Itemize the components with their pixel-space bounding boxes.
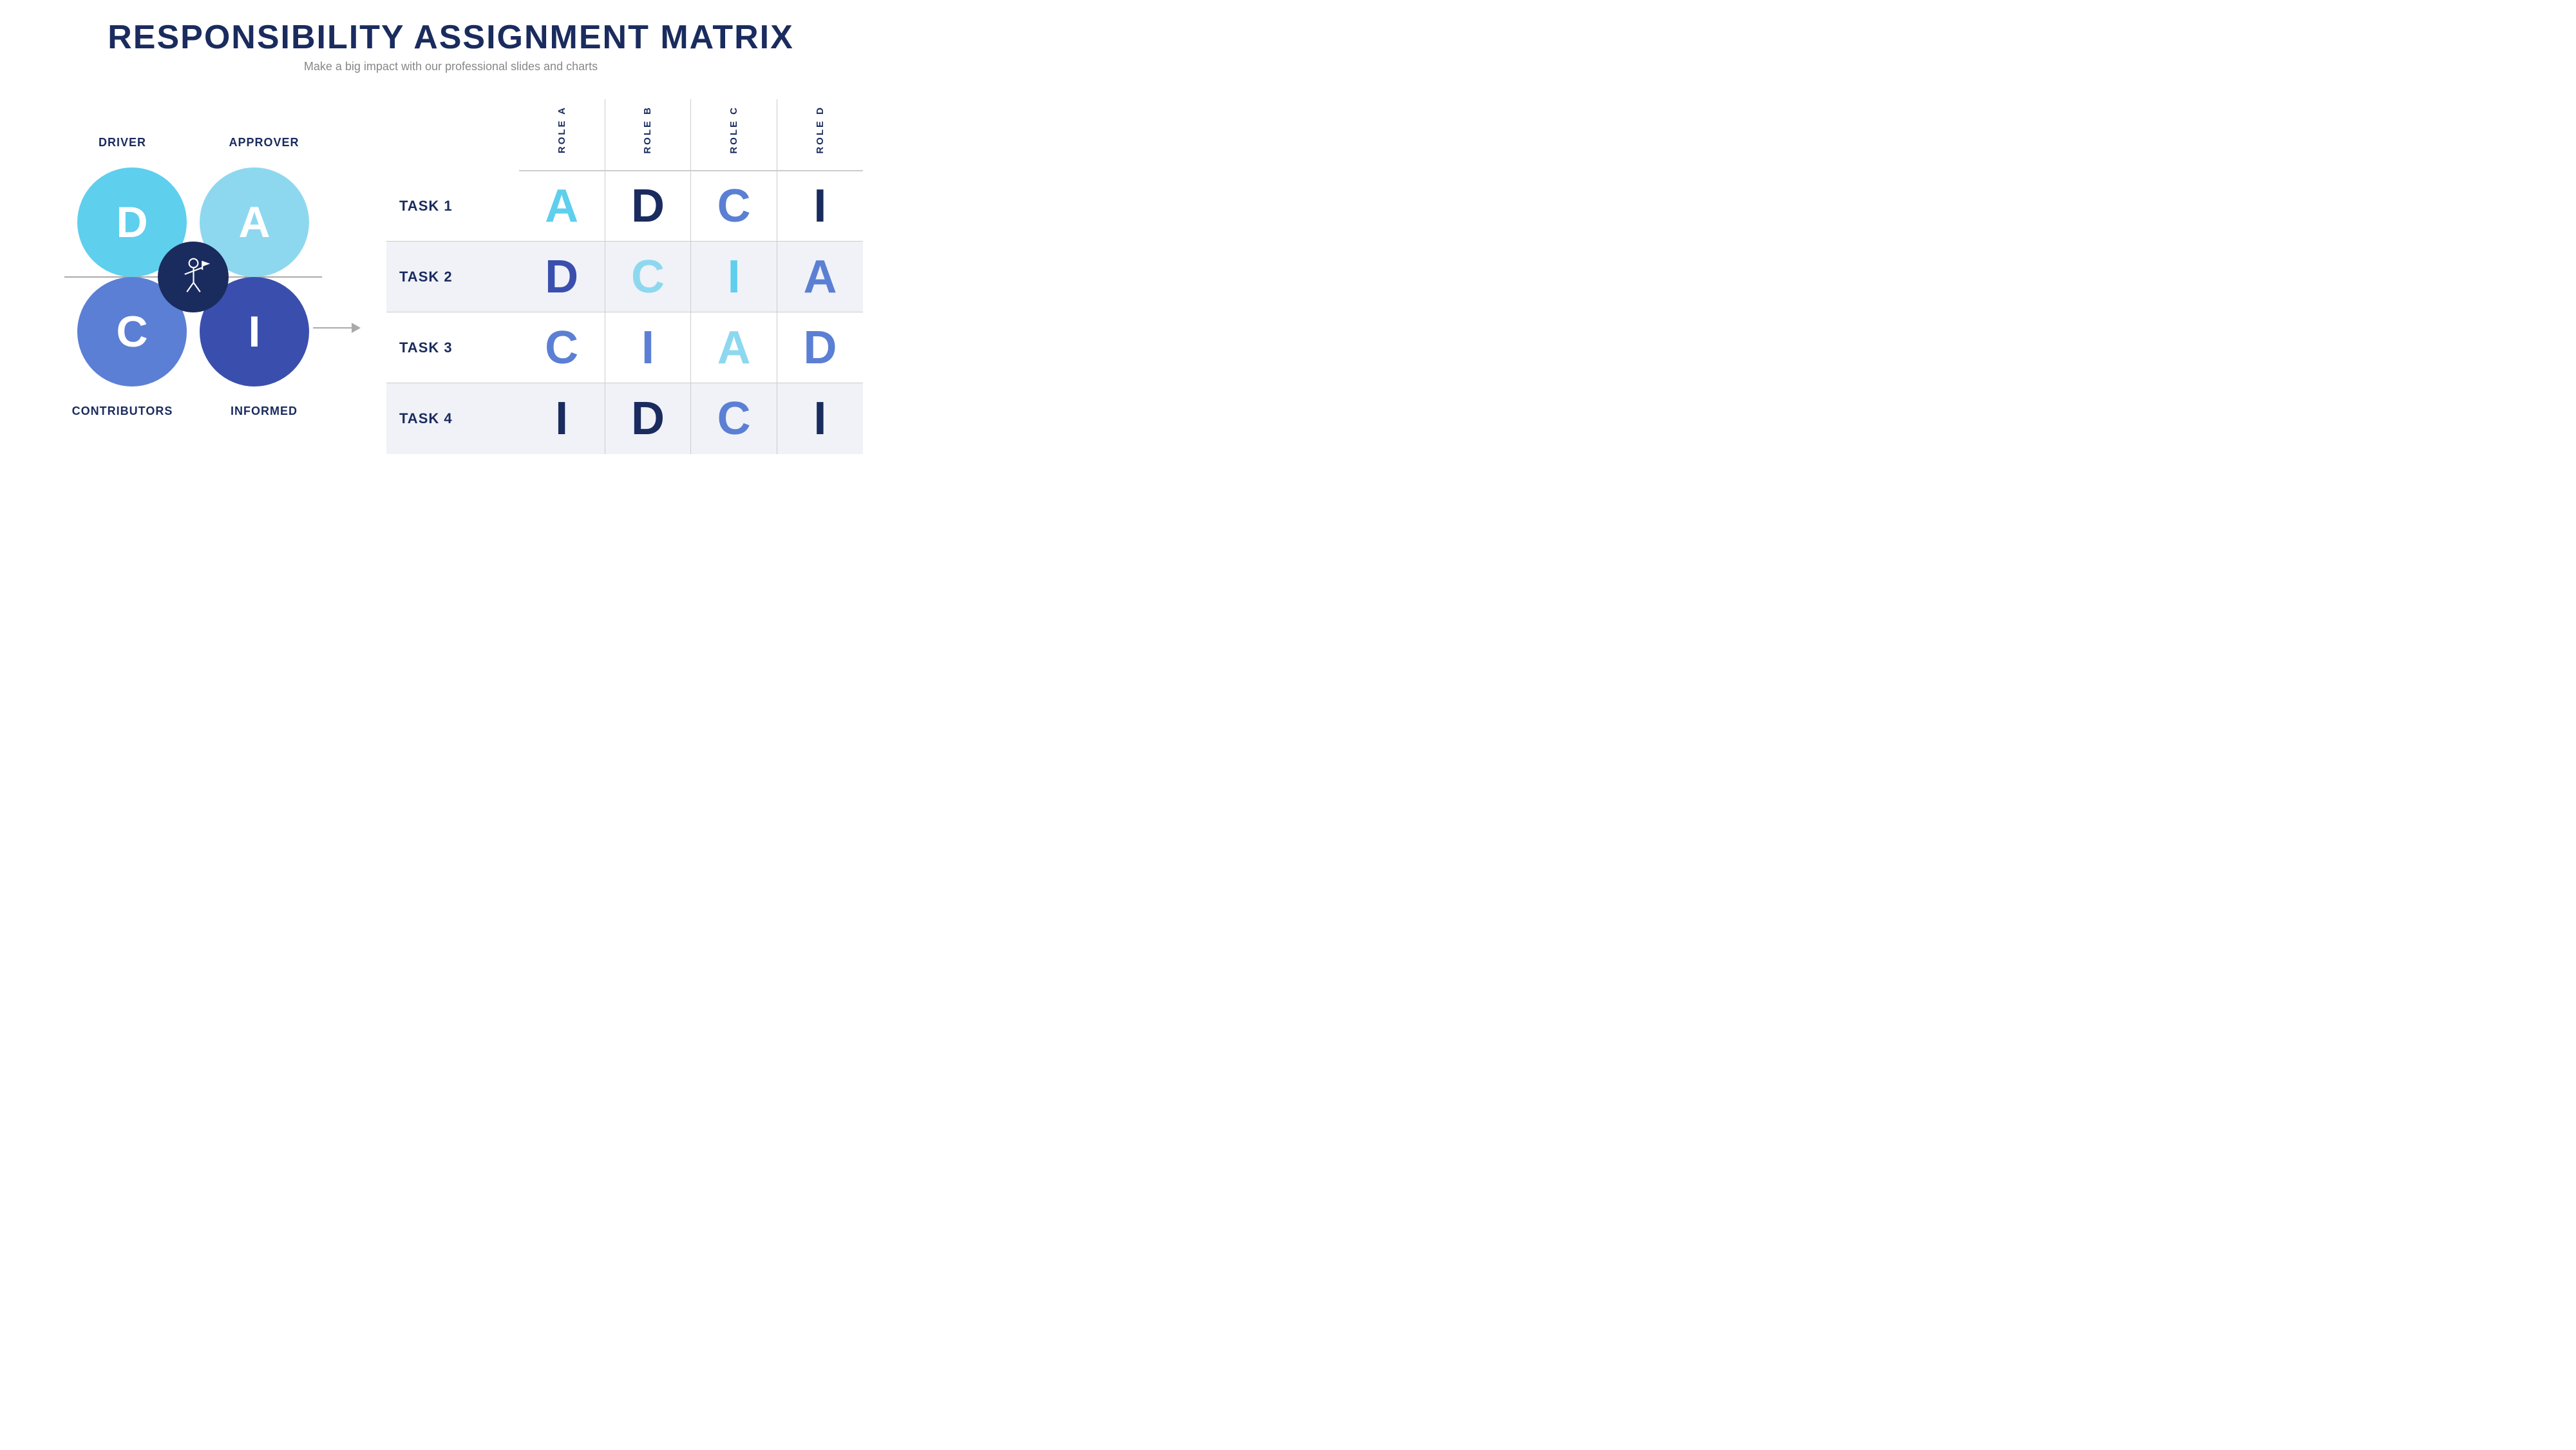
- task-name-1: TASK 1: [399, 198, 453, 214]
- role-b-label: ROLE B: [642, 99, 653, 160]
- matrix-letter-task3-role3: A: [717, 322, 751, 374]
- matrix-cell-task1-role4: I: [777, 171, 863, 242]
- arrow-line: [313, 327, 352, 329]
- informed-letter: I: [249, 307, 261, 357]
- matrix-wrapper: ROLE A ROLE B ROLE C ROLE D: [374, 99, 863, 454]
- matrix-cell-task1-role2: D: [605, 171, 691, 242]
- role-c-label: ROLE C: [728, 99, 739, 160]
- matrix-letter-task3-role4: D: [803, 322, 837, 374]
- matrix-cell-task1-role1: A: [519, 171, 605, 242]
- driver-letter: D: [116, 197, 147, 247]
- matrix-letter-task1-role4: I: [813, 180, 826, 232]
- person-flag-icon: [176, 258, 211, 296]
- matrix-letter-task1-role1: A: [545, 180, 578, 232]
- circles-area: D A C I: [64, 155, 322, 399]
- task-row-4: TASK 4 I D C I: [386, 383, 863, 454]
- matrix-letter-task1-role2: D: [631, 180, 665, 232]
- matrix-cell-task1-role3: C: [691, 171, 777, 242]
- task-name-4: TASK 4: [399, 410, 453, 426]
- matrix-table: ROLE A ROLE B ROLE C ROLE D: [386, 99, 863, 454]
- matrix-cell-task4-role2: D: [605, 383, 691, 454]
- matrix-cell-task3-role4: D: [777, 312, 863, 383]
- informed-label: INFORMED: [206, 405, 322, 418]
- contributors-label: CONTRIBUTORS: [64, 405, 180, 418]
- matrix-cell-task3-role2: I: [605, 312, 691, 383]
- page-subtitle: Make a big impact with our professional …: [108, 60, 794, 73]
- matrix-letter-task2-role1: D: [545, 251, 578, 303]
- task-name-3: TASK 3: [399, 339, 453, 356]
- matrix-letter-task3-role2: I: [641, 322, 654, 374]
- matrix-letter-task4-role1: I: [555, 393, 568, 444]
- center-icon-circle: [158, 242, 229, 312]
- matrix-area: ROLE A ROLE B ROLE C ROLE D: [374, 99, 863, 454]
- matrix-cell-task3-role1: C: [519, 312, 605, 383]
- role-d-label: ROLE D: [815, 99, 826, 160]
- approver-letter: A: [238, 197, 270, 247]
- task-header-cell: [386, 99, 519, 171]
- page: RESPONSIBILITY ASSIGNMENT MATRIX Make a …: [0, 0, 902, 509]
- task-row-3: TASK 3 C I AD: [386, 312, 863, 383]
- role-c-header: ROLE C: [691, 99, 777, 171]
- matrix-letter-task2-role4: A: [803, 251, 837, 303]
- task-name-cell-3: TASK 3: [386, 312, 519, 383]
- matrix-cell-task4-role4: I: [777, 383, 863, 454]
- main-content: DRIVER APPROVER D A C: [39, 99, 863, 454]
- matrix-cell-task2-role3: I: [691, 242, 777, 312]
- matrix-cell-task2-role4: A: [777, 242, 863, 312]
- role-a-label: ROLE A: [556, 99, 567, 160]
- top-labels: DRIVER APPROVER: [64, 136, 322, 149]
- approver-label: APPROVER: [206, 136, 322, 149]
- matrix-letter-task3-role1: C: [545, 322, 578, 374]
- matrix-letter-task4-role2: D: [631, 393, 665, 444]
- matrix-cell-task3-role3: A: [691, 312, 777, 383]
- matrix-cell-task4-role3: C: [691, 383, 777, 454]
- daci-diagram: DRIVER APPROVER D A C: [39, 136, 348, 418]
- matrix-letter-task1-role3: C: [717, 180, 751, 232]
- arrow-right: [313, 323, 361, 333]
- task-name-cell-2: TASK 2: [386, 242, 519, 312]
- task-name-cell-1: TASK 1: [386, 171, 519, 242]
- header: RESPONSIBILITY ASSIGNMENT MATRIX Make a …: [108, 19, 794, 73]
- task-row-2: TASK 2 D C I A: [386, 242, 863, 312]
- matrix-cell-task4-role1: I: [519, 383, 605, 454]
- matrix-letter-task4-role4: I: [813, 393, 826, 444]
- contributors-letter: C: [116, 307, 147, 357]
- role-d-header: ROLE D: [777, 99, 863, 171]
- matrix-letter-task4-role3: C: [717, 393, 751, 444]
- task-name-cell-4: TASK 4: [386, 383, 519, 454]
- page-title: RESPONSIBILITY ASSIGNMENT MATRIX: [108, 19, 794, 56]
- matrix-letter-task2-role2: C: [631, 251, 665, 303]
- task-name-2: TASK 2: [399, 269, 453, 285]
- driver-label: DRIVER: [64, 136, 180, 149]
- role-a-header: ROLE A: [519, 99, 605, 171]
- matrix-letter-task2-role3: I: [728, 251, 741, 303]
- role-b-header: ROLE B: [605, 99, 691, 171]
- role-header-row: ROLE A ROLE B ROLE C ROLE D: [386, 99, 863, 171]
- bottom-labels: CONTRIBUTORS INFORMED: [64, 405, 322, 418]
- matrix-cell-task2-role2: C: [605, 242, 691, 312]
- task-row-1: TASK 1 A DC I: [386, 171, 863, 242]
- matrix-body: TASK 1ADCITASK 2DCIATASK 3CIADTASK 4IDCI: [386, 171, 863, 454]
- matrix-cell-task2-role1: D: [519, 242, 605, 312]
- arrow-head: [352, 323, 361, 333]
